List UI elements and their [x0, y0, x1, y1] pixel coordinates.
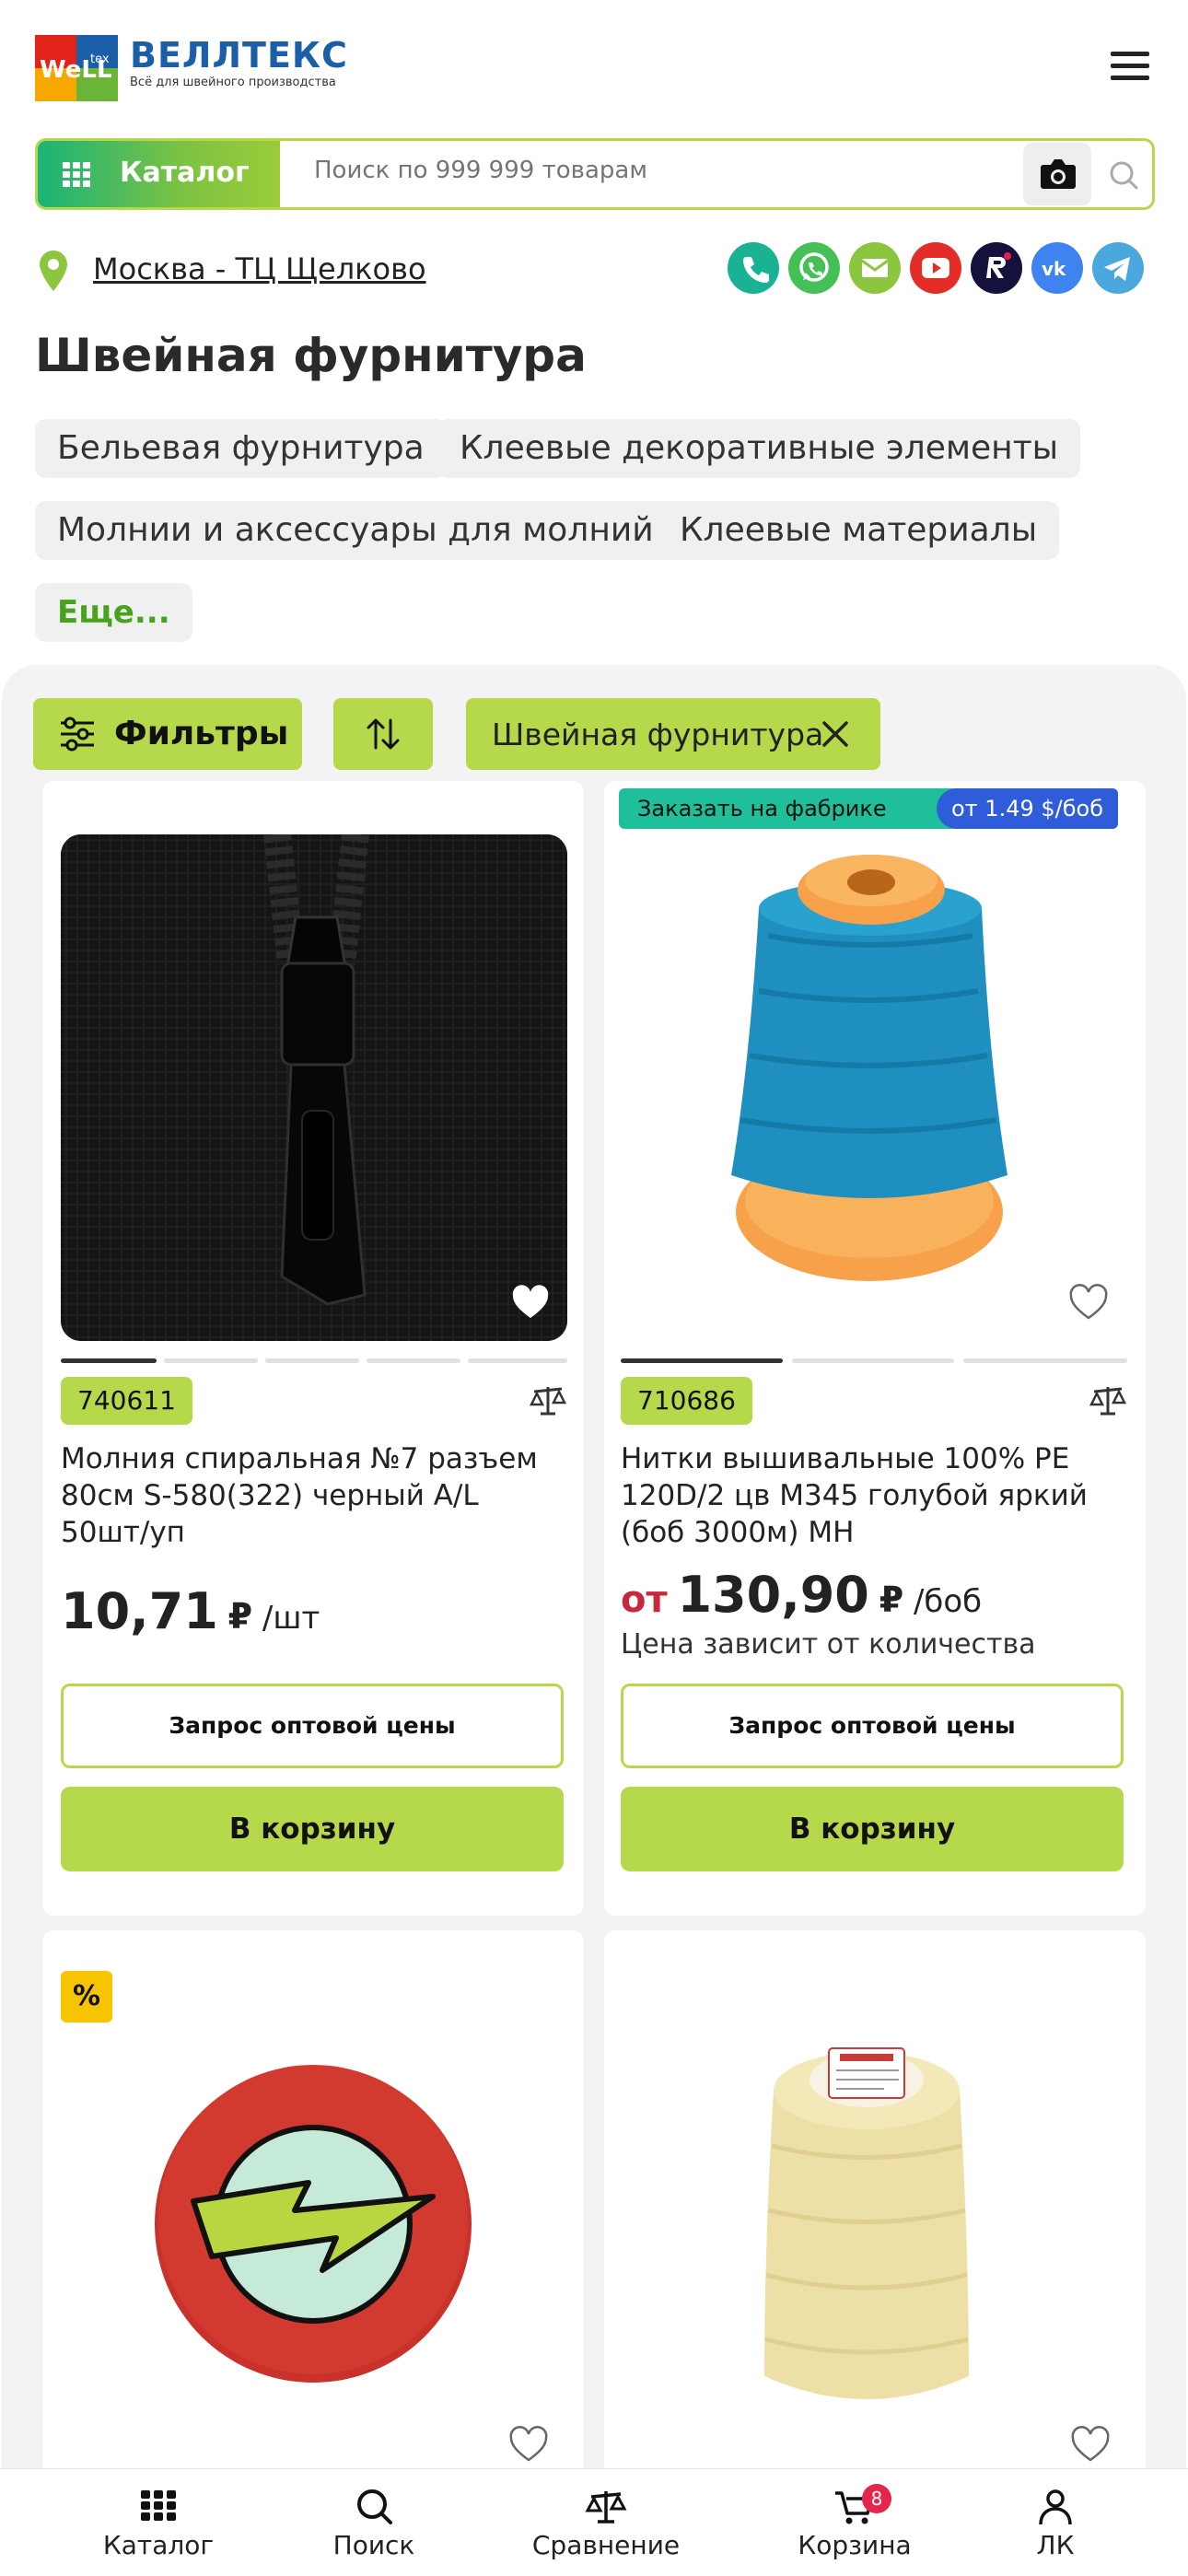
more-categories-button[interactable]: Еще...: [35, 583, 192, 642]
grid-icon: [141, 2490, 176, 2521]
user-icon: [1039, 2489, 1072, 2525]
image-slider-dots[interactable]: [61, 1358, 567, 1363]
product-image[interactable]: [621, 834, 1127, 1341]
favorite-heart-icon[interactable]: [1068, 1284, 1109, 1321]
page-title: Швейная фурнитура: [35, 329, 587, 382]
price-value: 130,90: [677, 1566, 869, 1624]
sku-badge: 710686: [621, 1377, 752, 1425]
vk-icon[interactable]: vk: [1031, 242, 1083, 294]
burger-menu-icon[interactable]: [1111, 52, 1149, 83]
factory-order-price: от 1.49 $/боб: [937, 788, 1118, 829]
add-to-cart-button[interactable]: В корзину: [621, 1787, 1124, 1871]
nav-label: Корзина: [798, 2530, 912, 2560]
price-unit: /шт: [262, 1600, 320, 1637]
nav-label: Сравнение: [531, 2530, 681, 2560]
product-title[interactable]: Нитки вышивальные 100% PE 120D/2 цв M345…: [621, 1440, 1127, 1551]
logo-mark[interactable]: WeLL tex: [35, 35, 118, 101]
product-image[interactable]: [138, 2045, 488, 2395]
nav-account[interactable]: ЛК: [973, 2469, 1138, 2576]
product-price: 10,71 ₽ /шт: [61, 1582, 320, 1640]
logo-name: ВЕЛЛТЕКС: [130, 35, 348, 76]
camera-icon: [1041, 159, 1076, 189]
price-prefix: от: [621, 1579, 668, 1621]
factory-order-badge[interactable]: Заказать на фабрике от 1.49 $/боб: [619, 788, 1118, 829]
header: WeLL tex ВЕЛЛТЕКС Всё для швейного произ…: [0, 0, 1188, 136]
price-value: 10,71: [61, 1582, 218, 1640]
product-title[interactable]: Молния спиральная №7 разъем 80см S-580(3…: [61, 1440, 567, 1551]
active-filter-tag[interactable]: Швейная фурнитура: [466, 698, 880, 770]
subcategory-chip[interactable]: Бельевая фурнитура: [35, 419, 447, 478]
product-image[interactable]: [728, 2008, 1004, 2431]
image-slider-dots[interactable]: [621, 1358, 1127, 1363]
add-to-cart-button[interactable]: В корзину: [61, 1787, 564, 1871]
svg-text:vk: vk: [1042, 258, 1066, 280]
product-image[interactable]: [61, 834, 567, 1341]
discount-badge: %: [61, 1971, 112, 2022]
bottom-navigation: Каталог Поиск Сравнение 8 Корзина ЛК: [0, 2468, 1188, 2575]
price-unit: /боб: [913, 1583, 983, 1620]
subcategory-chip[interactable]: Клеевые декоративные элементы: [437, 419, 1081, 478]
search-icon[interactable]: [1106, 157, 1143, 194]
grid-icon: [63, 162, 90, 187]
scales-icon: [585, 2491, 627, 2524]
wholesale-price-button[interactable]: Запрос оптовой цены: [621, 1684, 1124, 1768]
svg-text:tex: tex: [90, 52, 110, 66]
subcategory-chip[interactable]: Молнии и аксессуары для молний: [35, 501, 676, 560]
catalog-button-label: Каталог: [120, 157, 250, 189]
rutube-icon[interactable]: [971, 242, 1022, 294]
phone-icon[interactable]: [728, 242, 779, 294]
sku-badge: 740611: [61, 1377, 192, 1425]
nav-label: Каталог: [102, 2530, 215, 2560]
filters-icon: [61, 717, 94, 752]
filters-button[interactable]: Фильтры: [33, 698, 302, 770]
nav-label: Поиск: [332, 2530, 415, 2560]
compare-scales-icon[interactable]: [529, 1384, 567, 1417]
catalog-button[interactable]: Каталог: [38, 141, 280, 207]
price-currency: ₽: [227, 1596, 253, 1637]
compare-scales-icon[interactable]: [1089, 1384, 1127, 1417]
nav-compare[interactable]: Сравнение: [523, 2469, 689, 2576]
product-price: от 130,90 ₽ /боб: [621, 1566, 982, 1624]
price-currency: ₽: [879, 1579, 904, 1620]
favorite-heart-icon[interactable]: [508, 2426, 549, 2463]
logo[interactable]: ВЕЛЛТЕКС Всё для швейного производства: [130, 37, 348, 89]
youtube-icon[interactable]: [910, 242, 961, 294]
whatsapp-icon[interactable]: [788, 242, 840, 294]
factory-order-label: Заказать на фабрике: [637, 796, 887, 822]
favorite-heart-icon[interactable]: [510, 1284, 551, 1321]
favorite-heart-icon[interactable]: [1070, 2426, 1111, 2463]
filters-label: Фильтры: [114, 715, 289, 752]
active-filter-label: Швейная фурнитура: [492, 717, 824, 752]
close-icon[interactable]: [820, 718, 851, 750]
nav-cart[interactable]: 8 Корзина: [772, 2469, 938, 2576]
search-icon: [357, 2489, 392, 2524]
email-icon[interactable]: [849, 242, 901, 294]
nav-label: ЛК: [1036, 2530, 1075, 2560]
wholesale-price-button[interactable]: Запрос оптовой цены: [61, 1684, 564, 1768]
nav-catalog[interactable]: Каталог: [76, 2469, 241, 2576]
cart-count-badge: 8: [862, 2484, 891, 2513]
price-note: Цена зависит от количества: [621, 1628, 1036, 1661]
telegram-icon[interactable]: [1092, 242, 1144, 294]
search-input[interactable]: [314, 157, 1032, 184]
sort-icon: [367, 718, 400, 750]
camera-search-button[interactable]: [1023, 143, 1091, 205]
location-link[interactable]: Москва - ТЦ Щелково: [93, 251, 426, 286]
search-bar: Каталог: [35, 138, 1155, 210]
location-pin-icon[interactable]: [37, 249, 70, 293]
subcategory-chip[interactable]: Клеевые материалы: [658, 501, 1060, 560]
sort-button[interactable]: [333, 698, 433, 770]
logo-tagline: Всё для швейного производства: [130, 76, 336, 89]
nav-search[interactable]: Поиск: [291, 2469, 457, 2576]
